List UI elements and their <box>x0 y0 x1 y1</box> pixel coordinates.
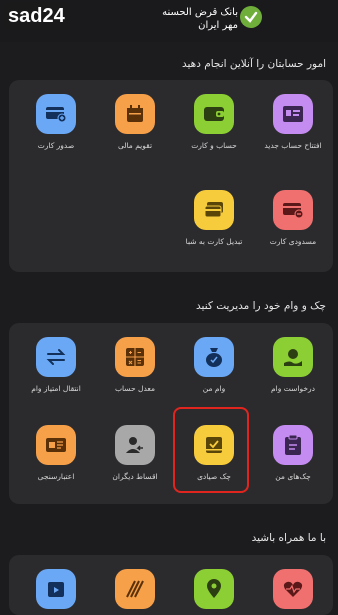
transfer-arrows-icon <box>36 337 76 377</box>
calendar-icon <box>115 94 155 134</box>
top-bar: sad24 بانک قرض الحسنه مهر ایران <box>0 0 338 42</box>
sayad-cheque-highlight <box>173 407 249 493</box>
tile-card-to-sheba[interactable]: تبدیل کارت به شبا <box>176 190 252 247</box>
loan-request-icon <box>273 337 313 377</box>
tile-my-loan[interactable]: وام من <box>176 337 252 394</box>
tile-loan-request[interactable]: درخواست وام <box>255 337 331 394</box>
tile-follow-4[interactable] <box>18 569 94 609</box>
tile-others-installments[interactable]: اقساط دیگران <box>97 425 173 482</box>
section-title-follow-us: با ما همراه باشید <box>251 532 326 544</box>
tile-label: صدور کارت <box>37 141 75 150</box>
follow-us-card <box>9 555 333 615</box>
tile-label: معدل حساب <box>114 384 156 393</box>
tile-label: اعتبارسنجی <box>37 472 75 481</box>
tile-follow-3[interactable] <box>97 569 173 609</box>
tile-label: انتقال امتیاز وام <box>31 384 81 393</box>
brand-logo <box>240 6 262 28</box>
watermark: sad24 <box>4 2 69 30</box>
tile-label: تبدیل کارت به شبا <box>185 237 243 246</box>
tile-open-account[interactable]: افتتاح حساب جدید <box>255 94 331 151</box>
striped-icon <box>115 569 155 609</box>
tile-block-card[interactable]: مسدودی کارت <box>255 190 331 247</box>
heart-pulse-icon <box>273 569 313 609</box>
tile-label: مسدودی کارت <box>269 237 317 246</box>
card-block-icon <box>273 190 313 230</box>
money-bag-icon <box>194 337 234 377</box>
id-card-icon <box>273 94 313 134</box>
tile-account-average[interactable]: معدل حساب <box>97 337 173 394</box>
clipboard-icon <box>273 425 313 465</box>
card-plus-icon <box>36 94 76 134</box>
cheque-loan-card: درخواست وام وام من معدل حساب انتقال امتی… <box>9 323 333 504</box>
tile-label: درخواست وام <box>271 384 315 393</box>
section-title-cheque-loan: چک و وام خود را مدیریت کنید <box>196 300 326 312</box>
wallet-icon <box>194 94 234 134</box>
location-pin-icon <box>194 569 234 609</box>
section-title-accounts: امور حسابتان را آنلاین انجام دهید <box>181 58 326 70</box>
video-calendar-icon <box>36 569 76 609</box>
tile-issue-card[interactable]: صدور کارت <box>18 94 94 151</box>
card-convert-icon <box>194 190 234 230</box>
tile-label: حساب و کارت <box>191 141 237 150</box>
tile-label: چک‌های من <box>275 472 311 481</box>
tile-my-cheques[interactable]: چک‌های من <box>255 425 331 482</box>
tile-follow-1[interactable] <box>255 569 331 609</box>
calculator-icon <box>115 337 155 377</box>
tile-label: اقساط دیگران <box>112 472 158 481</box>
accounts-card: افتتاح حساب جدید حساب و کارت تقویم مالی … <box>9 80 333 272</box>
tile-label: تقویم مالی <box>117 141 153 150</box>
brand-name: بانک قرض الحسنه مهر ایران <box>162 6 238 32</box>
person-arrow-icon <box>115 425 155 465</box>
tile-follow-2[interactable] <box>176 569 252 609</box>
tile-label: وام من <box>202 384 226 393</box>
tile-loan-transfer[interactable]: انتقال امتیاز وام <box>18 337 94 394</box>
brand-line-2: مهر ایران <box>198 20 238 31</box>
brand-line-1: بانک قرض الحسنه <box>162 7 238 18</box>
tile-financial-calendar[interactable]: تقویم مالی <box>97 94 173 151</box>
credit-check-icon <box>36 425 76 465</box>
tile-account-card[interactable]: حساب و کارت <box>176 94 252 151</box>
tile-label: افتتاح حساب جدید <box>264 141 322 150</box>
tile-credit-check[interactable]: اعتبارسنجی <box>18 425 94 482</box>
